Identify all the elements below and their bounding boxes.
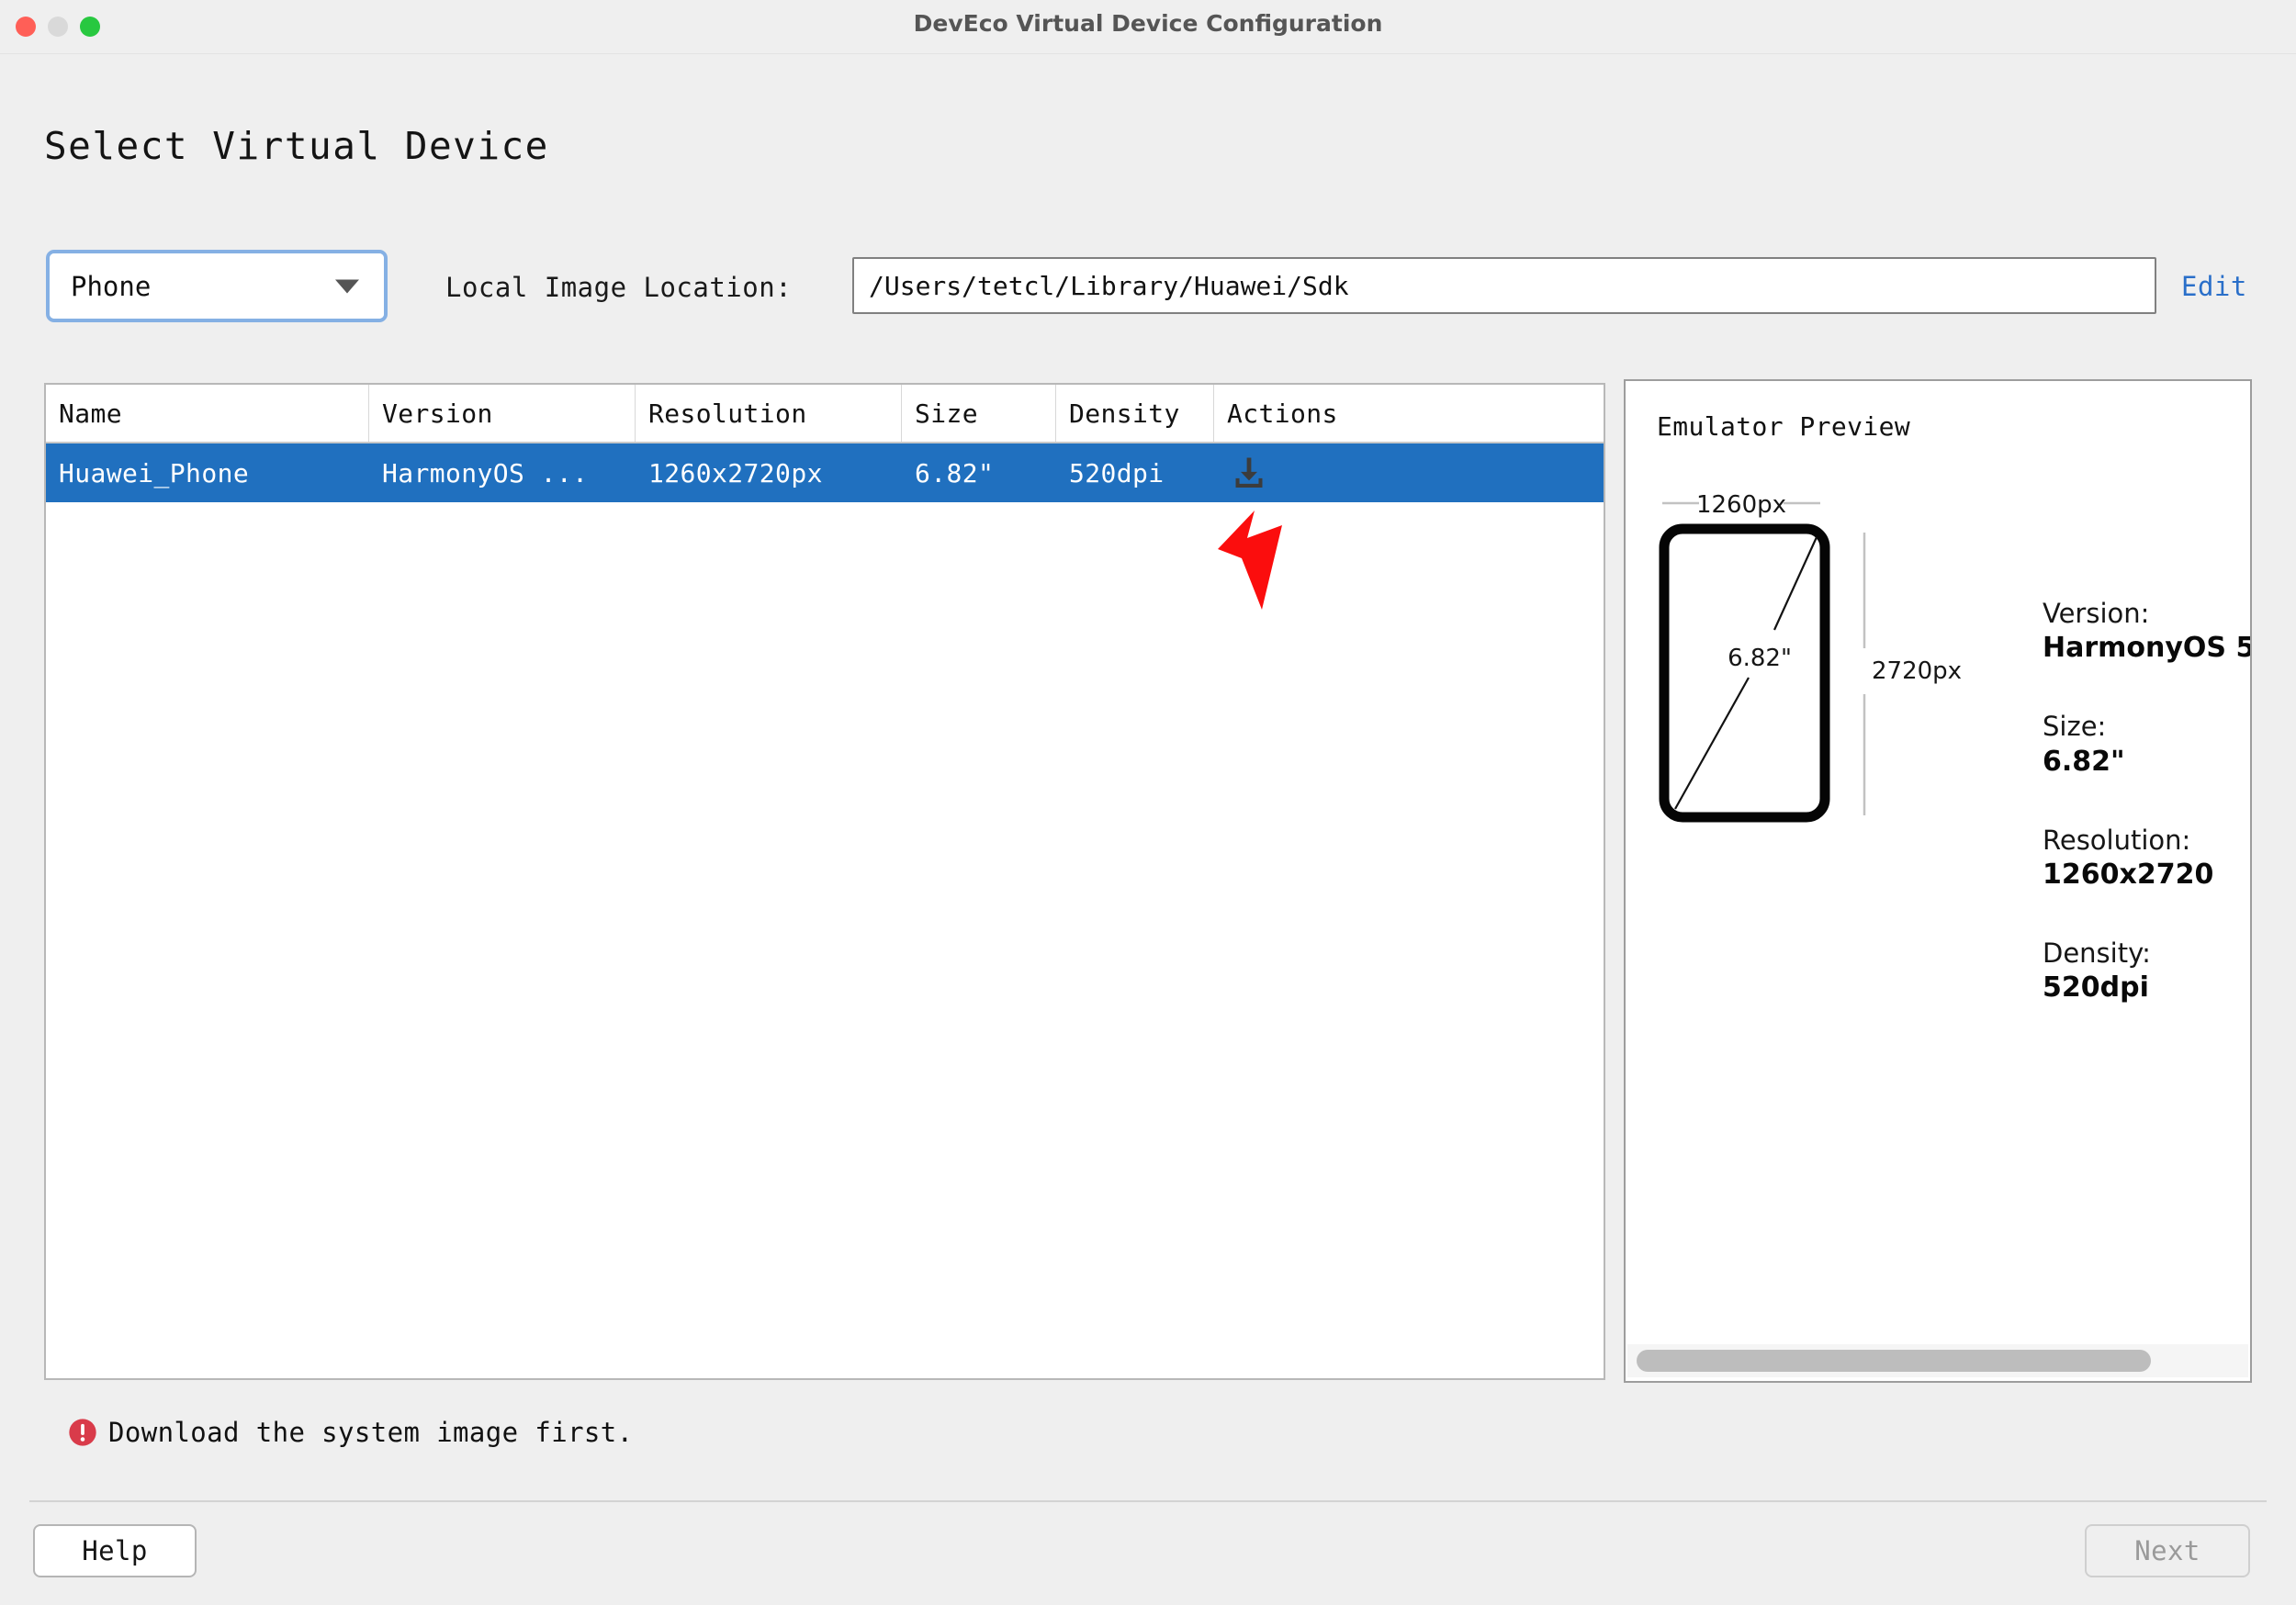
page-title: Select Virtual Device — [44, 124, 549, 168]
cell-version: HarmonyOS ... — [369, 443, 636, 502]
column-header-actions[interactable]: Actions — [1214, 385, 1600, 442]
cell-size: 6.82" — [902, 443, 1056, 502]
chevron-down-icon — [335, 279, 359, 293]
info-value-size: 6.82" — [2043, 744, 2252, 780]
diagram-diagonal-label: 6.82" — [1728, 645, 1792, 672]
local-image-location-input[interactable] — [852, 257, 2156, 314]
info-item-density: Density: 520dpi — [2043, 937, 2252, 1005]
info-value-density: 520dpi — [2043, 970, 2252, 1005]
column-header-density[interactable]: Density — [1056, 385, 1214, 442]
device-info-list: Version: HarmonyOS 5 Size: 6.82" Resolut… — [2043, 597, 2252, 1049]
diagram-height-label: 2720px — [1872, 657, 1962, 685]
cell-density: 520dpi — [1056, 443, 1214, 502]
info-value-version: HarmonyOS 5 — [2043, 630, 2252, 666]
help-button[interactable]: Help — [33, 1524, 197, 1577]
footer-divider — [29, 1500, 2267, 1502]
info-item-resolution: Resolution: 1260x2720 — [2043, 824, 2252, 892]
info-item-version: Version: HarmonyOS 5 — [2043, 597, 2252, 666]
column-header-version[interactable]: Version — [369, 385, 636, 442]
emulator-preview-title: Emulator Preview — [1657, 411, 1910, 442]
emulator-preview-panel: Emulator Preview 1260px 6.82" 2720px Ver… — [1624, 379, 2252, 1383]
download-icon[interactable] — [1229, 453, 1269, 493]
status-message-text: Download the system image first. — [108, 1417, 634, 1448]
cell-name: Huawei_Phone — [46, 443, 369, 502]
window-titlebar: DevEco Virtual Device Configuration — [0, 0, 2296, 54]
column-header-resolution[interactable]: Resolution — [636, 385, 902, 442]
edit-location-link[interactable]: Edit — [2181, 271, 2247, 302]
filter-row: Phone Local Image Location: Edit — [0, 250, 2296, 323]
status-message: Download the system image first. — [68, 1417, 634, 1448]
info-item-size: Size: 6.82" — [2043, 710, 2252, 779]
device-table-header: Name Version Resolution Size Density Act… — [46, 385, 1604, 443]
local-image-location-label: Local Image Location: — [445, 272, 792, 303]
info-value-resolution: 1260x2720 — [2043, 857, 2252, 892]
window-title: DevEco Virtual Device Configuration — [0, 0, 2296, 48]
diagram-width-label: 1260px — [1696, 491, 1786, 519]
table-row[interactable]: Huawei_Phone HarmonyOS ... 1260x2720px 6… — [46, 443, 1604, 502]
virtual-device-configuration-window: DevEco Virtual Device Configuration Sele… — [0, 0, 2296, 1605]
next-button[interactable]: Next — [2085, 1524, 2250, 1577]
column-header-size[interactable]: Size — [902, 385, 1056, 442]
cell-resolution: 1260x2720px — [636, 443, 902, 502]
device-type-select-inner[interactable]: Phone — [50, 253, 384, 319]
info-label-version: Version: — [2043, 597, 2252, 630]
error-icon — [68, 1418, 97, 1447]
device-type-select[interactable]: Phone — [46, 250, 388, 322]
preview-horizontal-scrollbar[interactable] — [1627, 1344, 2248, 1377]
device-dimension-diagram: 1260px 6.82" 2720px — [1637, 468, 2032, 1047]
cell-actions — [1214, 443, 1600, 502]
device-type-select-value: Phone — [71, 271, 151, 302]
info-label-resolution: Resolution: — [2043, 824, 2252, 857]
info-label-size: Size: — [2043, 710, 2252, 743]
preview-scrollbar-thumb[interactable] — [1637, 1350, 2151, 1372]
column-header-name[interactable]: Name — [46, 385, 369, 442]
device-table-panel: Name Version Resolution Size Density Act… — [44, 383, 1605, 1380]
info-label-density: Density: — [2043, 937, 2252, 970]
